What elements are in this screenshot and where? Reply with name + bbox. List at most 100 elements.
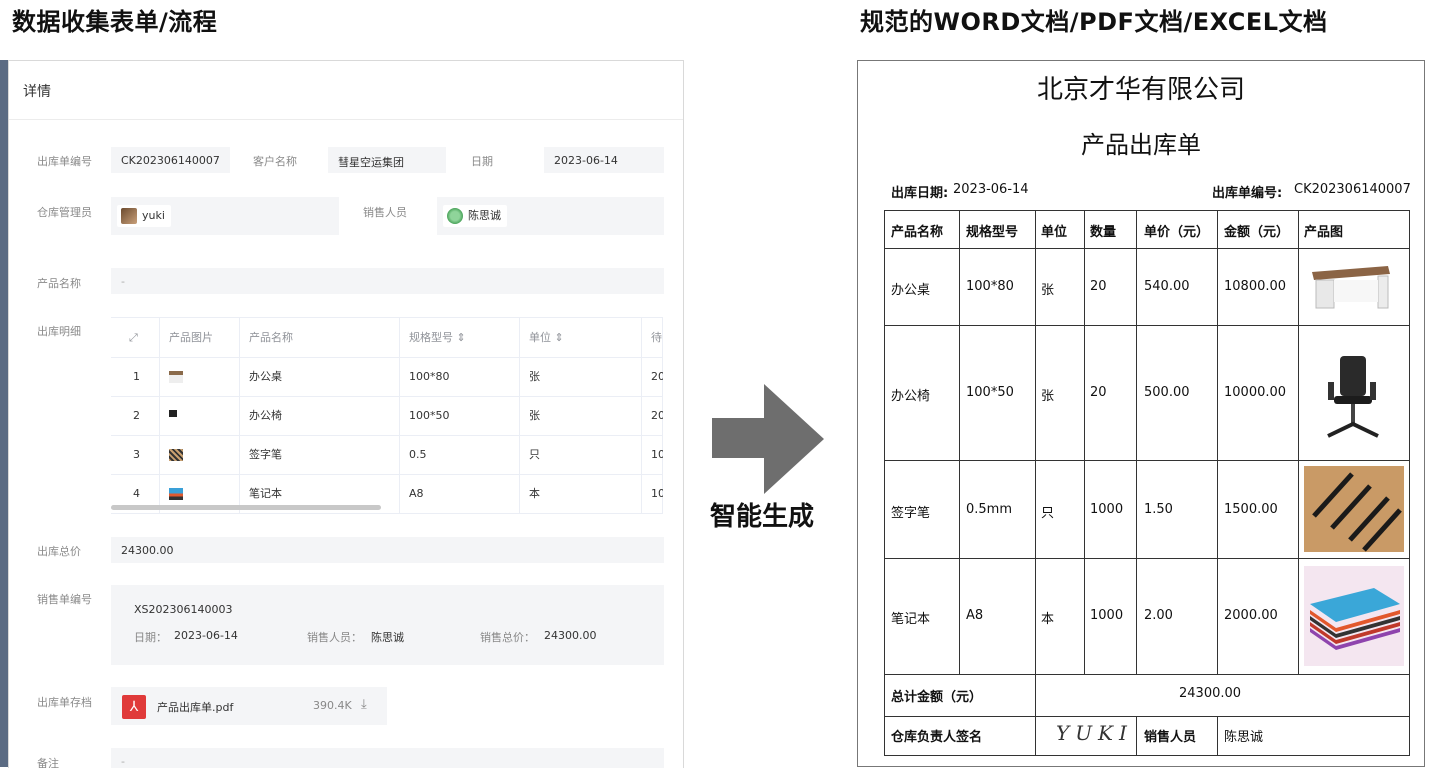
- doc-header-name: 产品名称: [891, 225, 944, 240]
- doc-row-price: 500.00: [1144, 385, 1190, 400]
- download-icon[interactable]: ⤓: [361, 697, 367, 712]
- customer-value: 彗星空运集团: [338, 156, 404, 169]
- doc-row-amount: 2000.00: [1224, 608, 1278, 623]
- table-row: 1 办公桌 100*80 张 20: [111, 357, 663, 397]
- doc-row-qty: 20: [1090, 279, 1107, 294]
- doc-date-value: 2023-06-14: [953, 182, 1029, 197]
- col-header-unit-label: 单位: [529, 331, 551, 344]
- arrow-right-icon: [712, 384, 824, 494]
- detail-form-panel: 详情 出库单编号 CK202306140007 客户名称 彗星空运集团 日期 2…: [8, 60, 684, 768]
- doc-no-value: CK202306140007: [1294, 182, 1411, 197]
- product-name-value: -: [121, 275, 125, 288]
- doc-row-name: 签字笔: [891, 506, 931, 521]
- expand-icon[interactable]: ⤢: [129, 318, 138, 357]
- doc-row-amount: 10800.00: [1224, 279, 1287, 294]
- doc-row-qty: 1000: [1090, 502, 1124, 517]
- doc-header-amount: 金额（元）: [1224, 225, 1290, 240]
- pdf-icon: ⅄: [122, 695, 146, 719]
- doc-row-unit: 张: [1041, 389, 1055, 404]
- table-row: 3 签字笔 0.5 只 10: [111, 435, 663, 475]
- doc-row-name: 笔记本: [891, 612, 931, 627]
- row-index: 1: [133, 370, 140, 383]
- doc-row-spec: 100*80: [966, 279, 1014, 294]
- right-heading: 规范的WORD文档/PDF文档/EXCEL文档: [860, 8, 1328, 36]
- doc-row-unit: 本: [1041, 612, 1055, 627]
- handwritten-signature: YUKI: [1056, 721, 1133, 745]
- product-thumbnail: [169, 357, 183, 396]
- row-index: 3: [133, 448, 140, 461]
- row-qty: 10: [651, 487, 663, 500]
- doc-row-price: 2.00: [1144, 608, 1173, 623]
- row-name: 签字笔: [249, 448, 282, 461]
- doc-total-label: 总计金额（元）: [891, 690, 983, 705]
- avatar: [121, 208, 137, 224]
- col-header-name: 产品名称: [249, 331, 293, 344]
- doc-header-qty: 数量: [1090, 225, 1117, 240]
- doc-row-unit: 张: [1041, 283, 1055, 298]
- sidebar-strip: [0, 60, 8, 767]
- salesperson-label: 销售人员: [363, 206, 407, 219]
- row-spec: 100*50: [409, 409, 450, 422]
- file-name[interactable]: 产品出库单.pdf: [157, 699, 233, 715]
- sales-person-label: 销售人员：: [307, 631, 362, 644]
- chair-icon: [169, 410, 177, 422]
- doc-header-price: 单价（元）: [1144, 225, 1210, 240]
- doc-row-qty: 1000: [1090, 608, 1124, 623]
- remark-field: -: [111, 748, 664, 768]
- doc-sales-label: 销售人员: [1144, 730, 1197, 745]
- col-header-qty: 待: [651, 331, 662, 344]
- avatar: [447, 208, 463, 224]
- customer-field: 彗星空运集团: [328, 147, 446, 173]
- order-no-value: CK202306140007: [121, 154, 220, 167]
- total-field: 24300.00: [111, 537, 664, 563]
- user-chip-salesperson[interactable]: 陈思诚: [443, 205, 507, 227]
- sort-icon[interactable]: ⇕: [457, 331, 466, 344]
- chair-image: [1327, 356, 1379, 438]
- table-header-row: ⤢ 产品图片 产品名称 规格型号 ⇕ 单位 ⇕ 待: [111, 318, 663, 358]
- doc-row-amount: 10000.00: [1224, 385, 1287, 400]
- company-name: 北京才华有限公司: [1036, 75, 1245, 105]
- attachment-item[interactable]: ⅄ 产品出库单.pdf 390.4K ⤓: [111, 687, 387, 725]
- sales-order-card[interactable]: XS202306140003 日期： 2023-06-14 销售人员： 陈思诚 …: [111, 585, 664, 665]
- notebook-icon: [169, 488, 183, 500]
- detail-table: ⤢ 产品图片 产品名称 规格型号 ⇕ 单位 ⇕ 待 1 办公桌 100*80 张…: [111, 317, 663, 514]
- row-index: 2: [133, 409, 140, 422]
- remark-label: 备注: [37, 757, 59, 768]
- doc-total-value: 24300.00: [1179, 686, 1242, 701]
- desk-image: [1312, 266, 1390, 309]
- doc-sales-value: 陈思诚: [1224, 730, 1264, 745]
- detail-label: 出库明细: [37, 325, 81, 338]
- sales-order-no: XS202306140003: [134, 603, 233, 616]
- doc-row-spec: 100*50: [966, 385, 1014, 400]
- product-thumbnail: [169, 435, 183, 474]
- date-field: 2023-06-14: [544, 147, 664, 173]
- doc-row-qty: 20: [1090, 385, 1107, 400]
- doc-header-spec: 规格型号: [966, 225, 1019, 240]
- sales-date-label: 日期：: [134, 631, 167, 644]
- sort-icon[interactable]: ⇕: [555, 331, 564, 344]
- col-header-spec-label: 规格型号: [409, 331, 453, 344]
- doc-row-price: 1.50: [1144, 502, 1173, 517]
- user-chip-yuki[interactable]: yuki: [117, 205, 171, 227]
- warehouse-manager-value: yuki: [142, 209, 165, 222]
- notebooks-image: [1304, 566, 1404, 666]
- salesperson-value: 陈思诚: [468, 209, 501, 222]
- doc-no-label: 出库单编号:: [1212, 186, 1283, 201]
- pens-icon: [169, 449, 183, 461]
- pens-image: [1304, 466, 1404, 552]
- col-header-spec[interactable]: 规格型号 ⇕: [409, 318, 466, 357]
- date-value: 2023-06-14: [554, 154, 618, 167]
- product-name-label: 产品名称: [37, 277, 81, 290]
- doc-date-label: 出库日期:: [891, 186, 949, 201]
- order-no-field: CK202306140007: [111, 147, 230, 173]
- desk-icon: [169, 371, 183, 383]
- panel-title: 详情: [23, 84, 51, 100]
- horizontal-scrollbar[interactable]: [111, 505, 381, 510]
- doc-header-image: 产品图: [1304, 225, 1344, 240]
- col-header-unit[interactable]: 单位 ⇕: [529, 318, 564, 357]
- table-row: 2 办公椅 100*50 张 20: [111, 396, 663, 436]
- product-thumbnail: [169, 396, 177, 435]
- sales-order-label: 销售单编号: [37, 593, 92, 606]
- document-title: 产品出库单: [1081, 131, 1201, 159]
- sales-total-value: 24300.00: [544, 629, 597, 642]
